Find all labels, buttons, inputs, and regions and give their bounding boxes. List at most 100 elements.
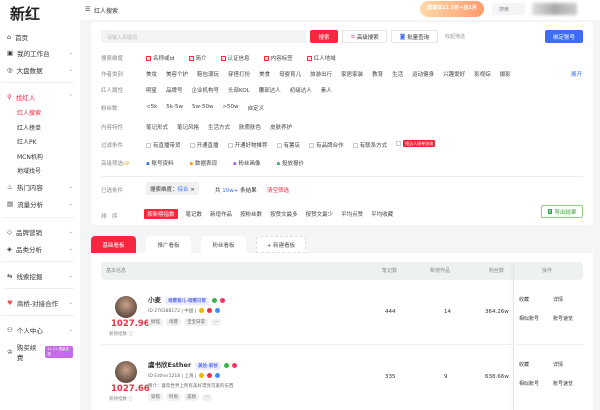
consult-badge[interactable]: 找达人接单咨询 — [396, 140, 436, 149]
filter-option[interactable]: 素人 — [321, 86, 332, 94]
filter-option[interactable]: 穿搭打扮 — [228, 70, 250, 78]
sort-option[interactable]: 平均收藏 — [371, 210, 393, 218]
filter-option[interactable]: 兴趣爱好 — [443, 70, 465, 78]
nav-find-influencer[interactable]: ⚲ 找红人 ⌃ — [7, 92, 73, 102]
filter-option[interactable]: 摄影 — [500, 70, 511, 78]
selected-chip[interactable]: 搜索维度：综合 × — [146, 182, 199, 195]
checkbox[interactable] — [352, 143, 358, 148]
checkbox[interactable] — [227, 143, 233, 148]
filter-checkbox[interactable]: 有薯店 — [276, 141, 300, 149]
tab-promotion[interactable]: 推广看板 — [146, 236, 191, 253]
close-icon[interactable]: × — [190, 187, 195, 193]
menu-icon[interactable]: ☰ — [85, 6, 90, 13]
nav-workbench[interactable]: ▣ 我的工作台 ⌄ — [7, 48, 73, 58]
preview-link[interactable]: 账号速览 — [553, 380, 573, 387]
filter-option[interactable]: 美妆 — [146, 70, 157, 78]
preview-link[interactable]: 账号速览 — [553, 315, 573, 322]
sort-option[interactable]: 新增作品 — [210, 210, 232, 218]
checkbox-content-tag[interactable]: ✓ 内容标签 — [263, 54, 293, 62]
sort-option[interactable]: 按赞文最少 — [306, 210, 334, 218]
filter-option[interactable]: 生活 — [392, 70, 403, 78]
nav-home[interactable]: ⌂ 首页 — [7, 32, 73, 42]
filter-checkbox[interactable]: 开通直播 — [189, 141, 219, 149]
filter-option[interactable]: 皮肤养护 — [270, 123, 292, 131]
collapse-filter-link[interactable]: 收起筛选 — [445, 33, 465, 40]
nav-bridge[interactable]: ♥ 商桥-对接合作 ⌄ — [7, 298, 73, 308]
filter-option[interactable]: 初级达人 — [290, 86, 312, 94]
filter-option[interactable]: 腰部达人 — [259, 86, 281, 94]
advanced-search-button[interactable]: ⊐ 高级搜索 — [342, 30, 387, 43]
avatar[interactable] — [115, 361, 137, 383]
subnav-pk[interactable]: 红人PK — [17, 137, 37, 146]
filter-option[interactable]: 旅游出行 — [310, 70, 332, 78]
checkbox-region[interactable]: ✓ 红人地域 — [306, 54, 336, 62]
influencer-name[interactable]: 虞书欣Esther — [148, 361, 191, 369]
filter-checkbox[interactable]: 有品牌合作 — [309, 141, 344, 149]
filter-option[interactable]: 影视综 — [474, 70, 491, 78]
detail-link[interactable]: 详情 — [553, 296, 563, 303]
bind-account-button[interactable]: 绑定账号 — [545, 30, 583, 43]
adv-data[interactable]: ▪ 数据表现 — [190, 159, 218, 167]
filter-option[interactable]: 肤质肤色 — [239, 123, 261, 131]
header-notes[interactable]: 笔记数 — [382, 267, 397, 274]
expand-link[interactable]: 展开 — [571, 70, 582, 78]
nav-leads[interactable]: ⇆ 线索挖掘 ⌄ — [7, 271, 73, 281]
tab-basic[interactable]: 基础看板 — [91, 236, 136, 253]
checkbox-name-id[interactable]: ✓ 名称或id — [146, 54, 175, 62]
filter-option[interactable]: 笔记风格 — [177, 123, 199, 131]
filter-option[interactable]: <5k — [146, 104, 157, 112]
filter-option[interactable]: 美食 — [259, 70, 270, 78]
adv-account[interactable]: ▪ 账号资料 — [146, 159, 174, 167]
checkbox[interactable] — [396, 141, 402, 146]
checkbox[interactable] — [276, 143, 282, 148]
subnav-search[interactable]: 红人搜索 — [17, 108, 41, 117]
user-avatar-blurred[interactable] — [532, 3, 577, 15]
favorite-link[interactable]: 收藏 — [519, 296, 529, 303]
tab-fans[interactable]: 粉丝看板 — [201, 236, 246, 253]
filter-option[interactable]: 教育 — [372, 70, 383, 78]
sort-option[interactable]: 笔记数 — [186, 210, 203, 218]
filter-checkbox[interactable]: 开通好物推荐 — [227, 141, 268, 149]
adv-price[interactable]: ▪ 投放报价 — [277, 159, 305, 167]
checkbox-cert[interactable]: ✓ 认证信息 — [220, 54, 250, 62]
nav-brand[interactable]: ◇ 品牌营销 ⌄ — [7, 227, 73, 237]
keyword-input[interactable]: 请输入关键词 — [101, 30, 306, 43]
filter-checkbox[interactable]: 有直播带货 — [146, 141, 181, 149]
filter-option[interactable]: 生活方式 — [208, 123, 230, 131]
nav-traffic[interactable]: ▤ 流量分析 ⌄ — [7, 199, 73, 209]
filter-option[interactable]: 笔记形式 — [146, 123, 168, 131]
filter-option[interactable]: 明星 — [146, 86, 157, 94]
filter-option[interactable]: 5w-50w — [192, 104, 213, 112]
filter-option[interactable]: 母婴育儿 — [279, 70, 301, 78]
filter-option[interactable]: 美容个护 — [166, 70, 188, 78]
avatar[interactable] — [115, 296, 137, 318]
sort-option[interactable]: 按赞文最多 — [270, 210, 298, 218]
nav-hot-content[interactable]: ♨ 热门内容 ⌄ — [7, 182, 73, 192]
filter-option[interactable]: 头部KOL — [228, 86, 250, 94]
sort-option[interactable]: 按粉丝数 — [240, 210, 262, 218]
help-icon[interactable]: ⓘ — [128, 332, 133, 337]
filter-option[interactable]: 5k-5w — [166, 104, 183, 112]
filter-option[interactable]: 家居家装 — [341, 70, 363, 78]
batch-query-button[interactable]: ◙ 批量查询 — [391, 30, 438, 43]
filter-option[interactable]: 自定义 — [248, 104, 265, 112]
sort-option[interactable]: 按新榜指数 — [144, 209, 178, 219]
header-fans[interactable]: 粉丝数 — [489, 267, 504, 274]
filter-option[interactable]: 企业机构号 — [192, 86, 220, 94]
promo-banner[interactable]: 超值双11 5折+送1月 — [420, 1, 484, 17]
checkbox[interactable] — [309, 143, 315, 148]
favorite-link[interactable]: 收藏 — [519, 361, 529, 368]
top-search-button[interactable]: 搜索 — [492, 3, 525, 15]
detail-link[interactable]: 详情 — [553, 361, 563, 368]
subnav-mcn[interactable]: MCN机构 — [17, 152, 43, 161]
filter-checkbox[interactable]: 有联系方式 — [352, 141, 387, 149]
nav-purchase[interactable]: ♔ 购买续费 11.11 限量优惠 — [7, 342, 73, 362]
similar-link[interactable]: 相似账号 — [519, 315, 539, 322]
similar-link[interactable]: 相似账号 — [519, 380, 539, 387]
influencer-name[interactable]: 小麦 — [148, 296, 161, 304]
filter-option[interactable]: >50w — [222, 104, 238, 112]
clear-filter-link[interactable]: 清空筛选 — [267, 186, 289, 194]
nav-market[interactable]: ◎ 大盘数据 ⌄ — [7, 65, 73, 75]
checkbox[interactable] — [189, 143, 195, 148]
nav-category[interactable]: ◈ 品类分析 ⌄ — [7, 244, 73, 254]
